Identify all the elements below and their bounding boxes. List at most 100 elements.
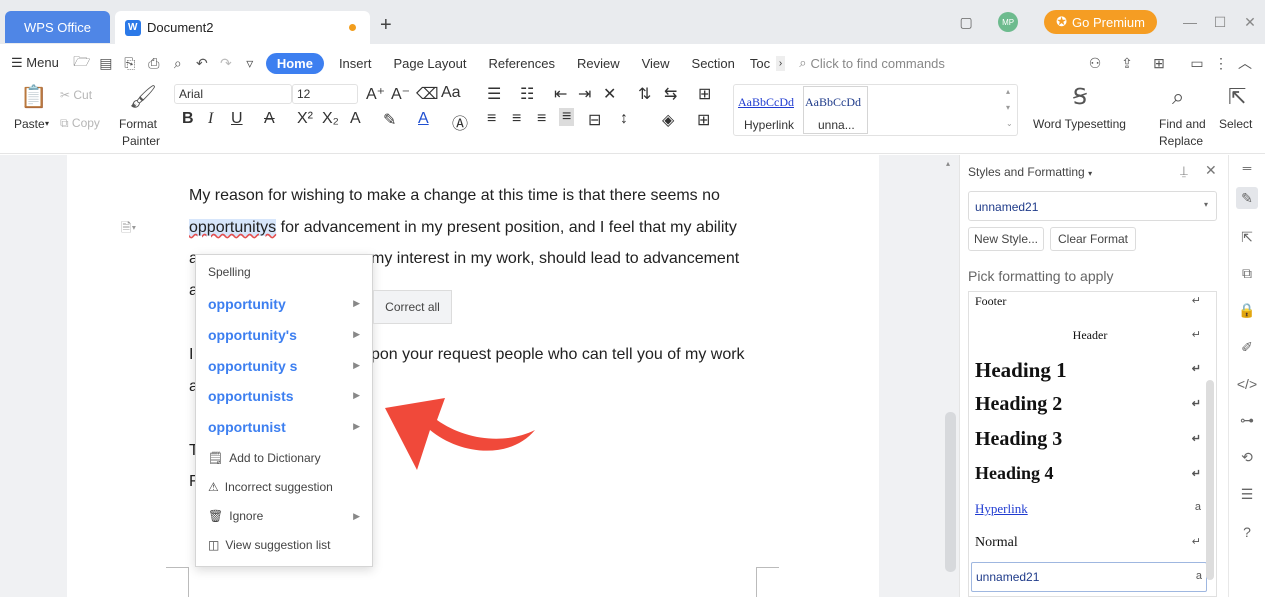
word-typesetting-button[interactable]: Word Typesetting: [1033, 117, 1126, 131]
ignore-item[interactable]: 🗑 Ignore: [208, 509, 263, 523]
collapse-ribbon-icon[interactable]: ︿: [1233, 53, 1257, 73]
style-preview-hyperlink[interactable]: AaBbCcDd: [738, 95, 794, 110]
format-painter-icon[interactable]: 🖌: [129, 84, 157, 110]
save-icon[interactable]: ▤: [94, 55, 118, 72]
wps-office-tab[interactable]: WPS Office: [5, 11, 110, 43]
tab-section[interactable]: Section: [681, 56, 746, 71]
window-mode-icon[interactable]: ▢: [956, 12, 976, 32]
subscript-icon[interactable]: X₂: [322, 110, 339, 128]
align-right-icon[interactable]: ≡: [537, 110, 546, 128]
highlight-icon[interactable]: ✎: [383, 110, 396, 130]
format-painter-button[interactable]: Format: [119, 117, 157, 131]
panel-title[interactable]: Styles and Formatting ▾: [968, 165, 1092, 179]
document-scrollbar[interactable]: ▴: [943, 157, 958, 597]
view-suggestion-list-item[interactable]: ◫ View suggestion list: [208, 538, 331, 552]
strikethrough-icon[interactable]: A: [264, 110, 275, 128]
pin-icon[interactable]: ⍊: [1180, 163, 1188, 179]
correct-all-button[interactable]: Correct all: [373, 290, 452, 324]
shrink-font-icon[interactable]: A⁻: [391, 84, 410, 104]
clear-formatting-icon[interactable]: ⌫: [416, 84, 439, 104]
help-icon[interactable]: ?: [1236, 521, 1258, 543]
suggestion-opportunitys-possessive[interactable]: opportunity's: [208, 327, 297, 343]
lock-icon[interactable]: 🔒: [1236, 299, 1258, 321]
copy-button[interactable]: ⧉ Copy: [60, 116, 100, 131]
collaboration-icon[interactable]: ⊞: [1147, 55, 1171, 72]
paste-icon[interactable]: 📋: [20, 84, 47, 110]
tab-insert[interactable]: Insert: [328, 56, 383, 71]
sidebar-menu-icon[interactable]: ═: [1236, 157, 1258, 179]
paste-button[interactable]: Paste: [14, 117, 45, 131]
redo-icon[interactable]: ↷: [214, 55, 238, 72]
style-list-scrollbar[interactable]: [1206, 380, 1214, 580]
outline-icon[interactable]: ☰: [1236, 483, 1258, 505]
code-icon[interactable]: </>: [1236, 373, 1258, 395]
style-item-heading-2[interactable]: Heading 2 ↵: [975, 393, 1205, 421]
distributed-icon[interactable]: ⊟: [588, 110, 601, 130]
select-icon[interactable]: ⇱: [1228, 84, 1246, 110]
share-user-icon[interactable]: ⚇: [1083, 55, 1107, 72]
comment-icon[interactable]: ▭: [1185, 55, 1209, 72]
copy-format-icon[interactable]: ⧉: [1236, 262, 1258, 284]
new-tab-button[interactable]: +: [380, 14, 392, 37]
select-pointer-icon[interactable]: ⇱: [1236, 226, 1258, 248]
find-replace-icon[interactable]: ⌕: [1172, 84, 1184, 110]
close-panel-icon[interactable]: ✕: [1205, 162, 1217, 179]
style-item-hyperlink[interactable]: Hyperlink a: [975, 501, 1205, 521]
text-effect-icon[interactable]: A: [350, 110, 361, 128]
add-to-dictionary-item[interactable]: 🗒 Add to Dictionary: [208, 451, 321, 465]
style-item-footer[interactable]: Footer ↵: [975, 294, 1205, 312]
align-left-icon[interactable]: ≡: [487, 110, 496, 128]
bold-icon[interactable]: B: [182, 110, 194, 128]
tab-review[interactable]: Review: [566, 56, 631, 71]
numbering-icon[interactable]: ☷: [520, 84, 534, 104]
shading-icon[interactable]: ◈: [662, 110, 674, 130]
increase-indent-icon[interactable]: ⇥: [578, 84, 591, 104]
more-options-icon[interactable]: ⋮: [1209, 55, 1233, 72]
undo-icon[interactable]: ↶: [190, 55, 214, 72]
tab-references[interactable]: References: [477, 56, 565, 71]
edit-doc-icon[interactable]: ✐: [1236, 336, 1258, 358]
font-name-select[interactable]: Arial: [174, 84, 292, 104]
font-size-select[interactable]: 12: [292, 84, 358, 104]
clear-format-button[interactable]: Clear Format: [1050, 227, 1136, 251]
italic-icon[interactable]: I: [208, 110, 213, 128]
go-premium-button[interactable]: ✪ Go Premium: [1044, 10, 1157, 34]
suggestion-opportunity-s[interactable]: opportunity s: [208, 358, 297, 374]
styles-pen-icon[interactable]: ✎: [1236, 187, 1258, 209]
suggestion-opportunist[interactable]: opportunist: [208, 419, 286, 435]
tab-page-layout[interactable]: Page Layout: [382, 56, 477, 71]
style-item-heading-3[interactable]: Heading 3 ↵: [975, 428, 1205, 456]
more-tabs-icon[interactable]: ›: [775, 55, 786, 71]
paragraph-options-icon[interactable]: 🗎▾: [121, 219, 136, 241]
superscript-icon[interactable]: X²: [297, 110, 313, 128]
underline-icon[interactable]: U: [231, 110, 243, 128]
main-menu-button[interactable]: ☰ Menu: [0, 55, 70, 71]
bullets-icon[interactable]: ☰: [487, 84, 501, 104]
export-icon[interactable]: ⎘: [118, 55, 142, 72]
style-item-header[interactable]: Header ↵: [975, 328, 1205, 346]
customize-toolbar-icon[interactable]: ▿: [238, 55, 262, 72]
print-icon[interactable]: ⎙: [142, 55, 166, 72]
adjust-sliders-icon[interactable]: ⊶: [1236, 409, 1258, 431]
gallery-up-icon[interactable]: ▴: [1006, 87, 1010, 96]
gallery-expand-icon[interactable]: ⌄: [1006, 119, 1013, 128]
justify-icon[interactable]: ≡: [559, 108, 575, 126]
show-marks-icon[interactable]: ⊞: [698, 84, 711, 104]
paste-dropdown-icon[interactable]: ▾: [45, 119, 49, 128]
incorrect-suggestion-item[interactable]: ⚠ Incorrect suggestion: [208, 480, 333, 494]
close-window-icon[interactable]: ✕: [1235, 14, 1265, 31]
line-spacing-icon[interactable]: ↕: [620, 110, 628, 128]
chinese-layout-icon[interactable]: ✕: [603, 84, 616, 104]
character-border-icon[interactable]: Ⓐ: [452, 110, 468, 134]
tab-home[interactable]: Home: [265, 52, 324, 74]
borders-icon[interactable]: ⊞: [697, 110, 710, 130]
print-preview-icon[interactable]: ⌕: [166, 55, 190, 72]
style-item-heading-1[interactable]: Heading 1 ↵: [975, 358, 1205, 386]
suggestion-opportunists[interactable]: opportunists: [208, 388, 294, 404]
cut-button[interactable]: ✂ Cut: [60, 88, 92, 102]
font-color-icon[interactable]: A: [418, 110, 429, 128]
style-item-normal[interactable]: Normal ↵: [975, 535, 1205, 555]
find-replace-button[interactable]: Find and: [1159, 117, 1206, 131]
avatar[interactable]: MP: [998, 12, 1019, 32]
misspelled-word[interactable]: opportunitys: [189, 219, 277, 236]
